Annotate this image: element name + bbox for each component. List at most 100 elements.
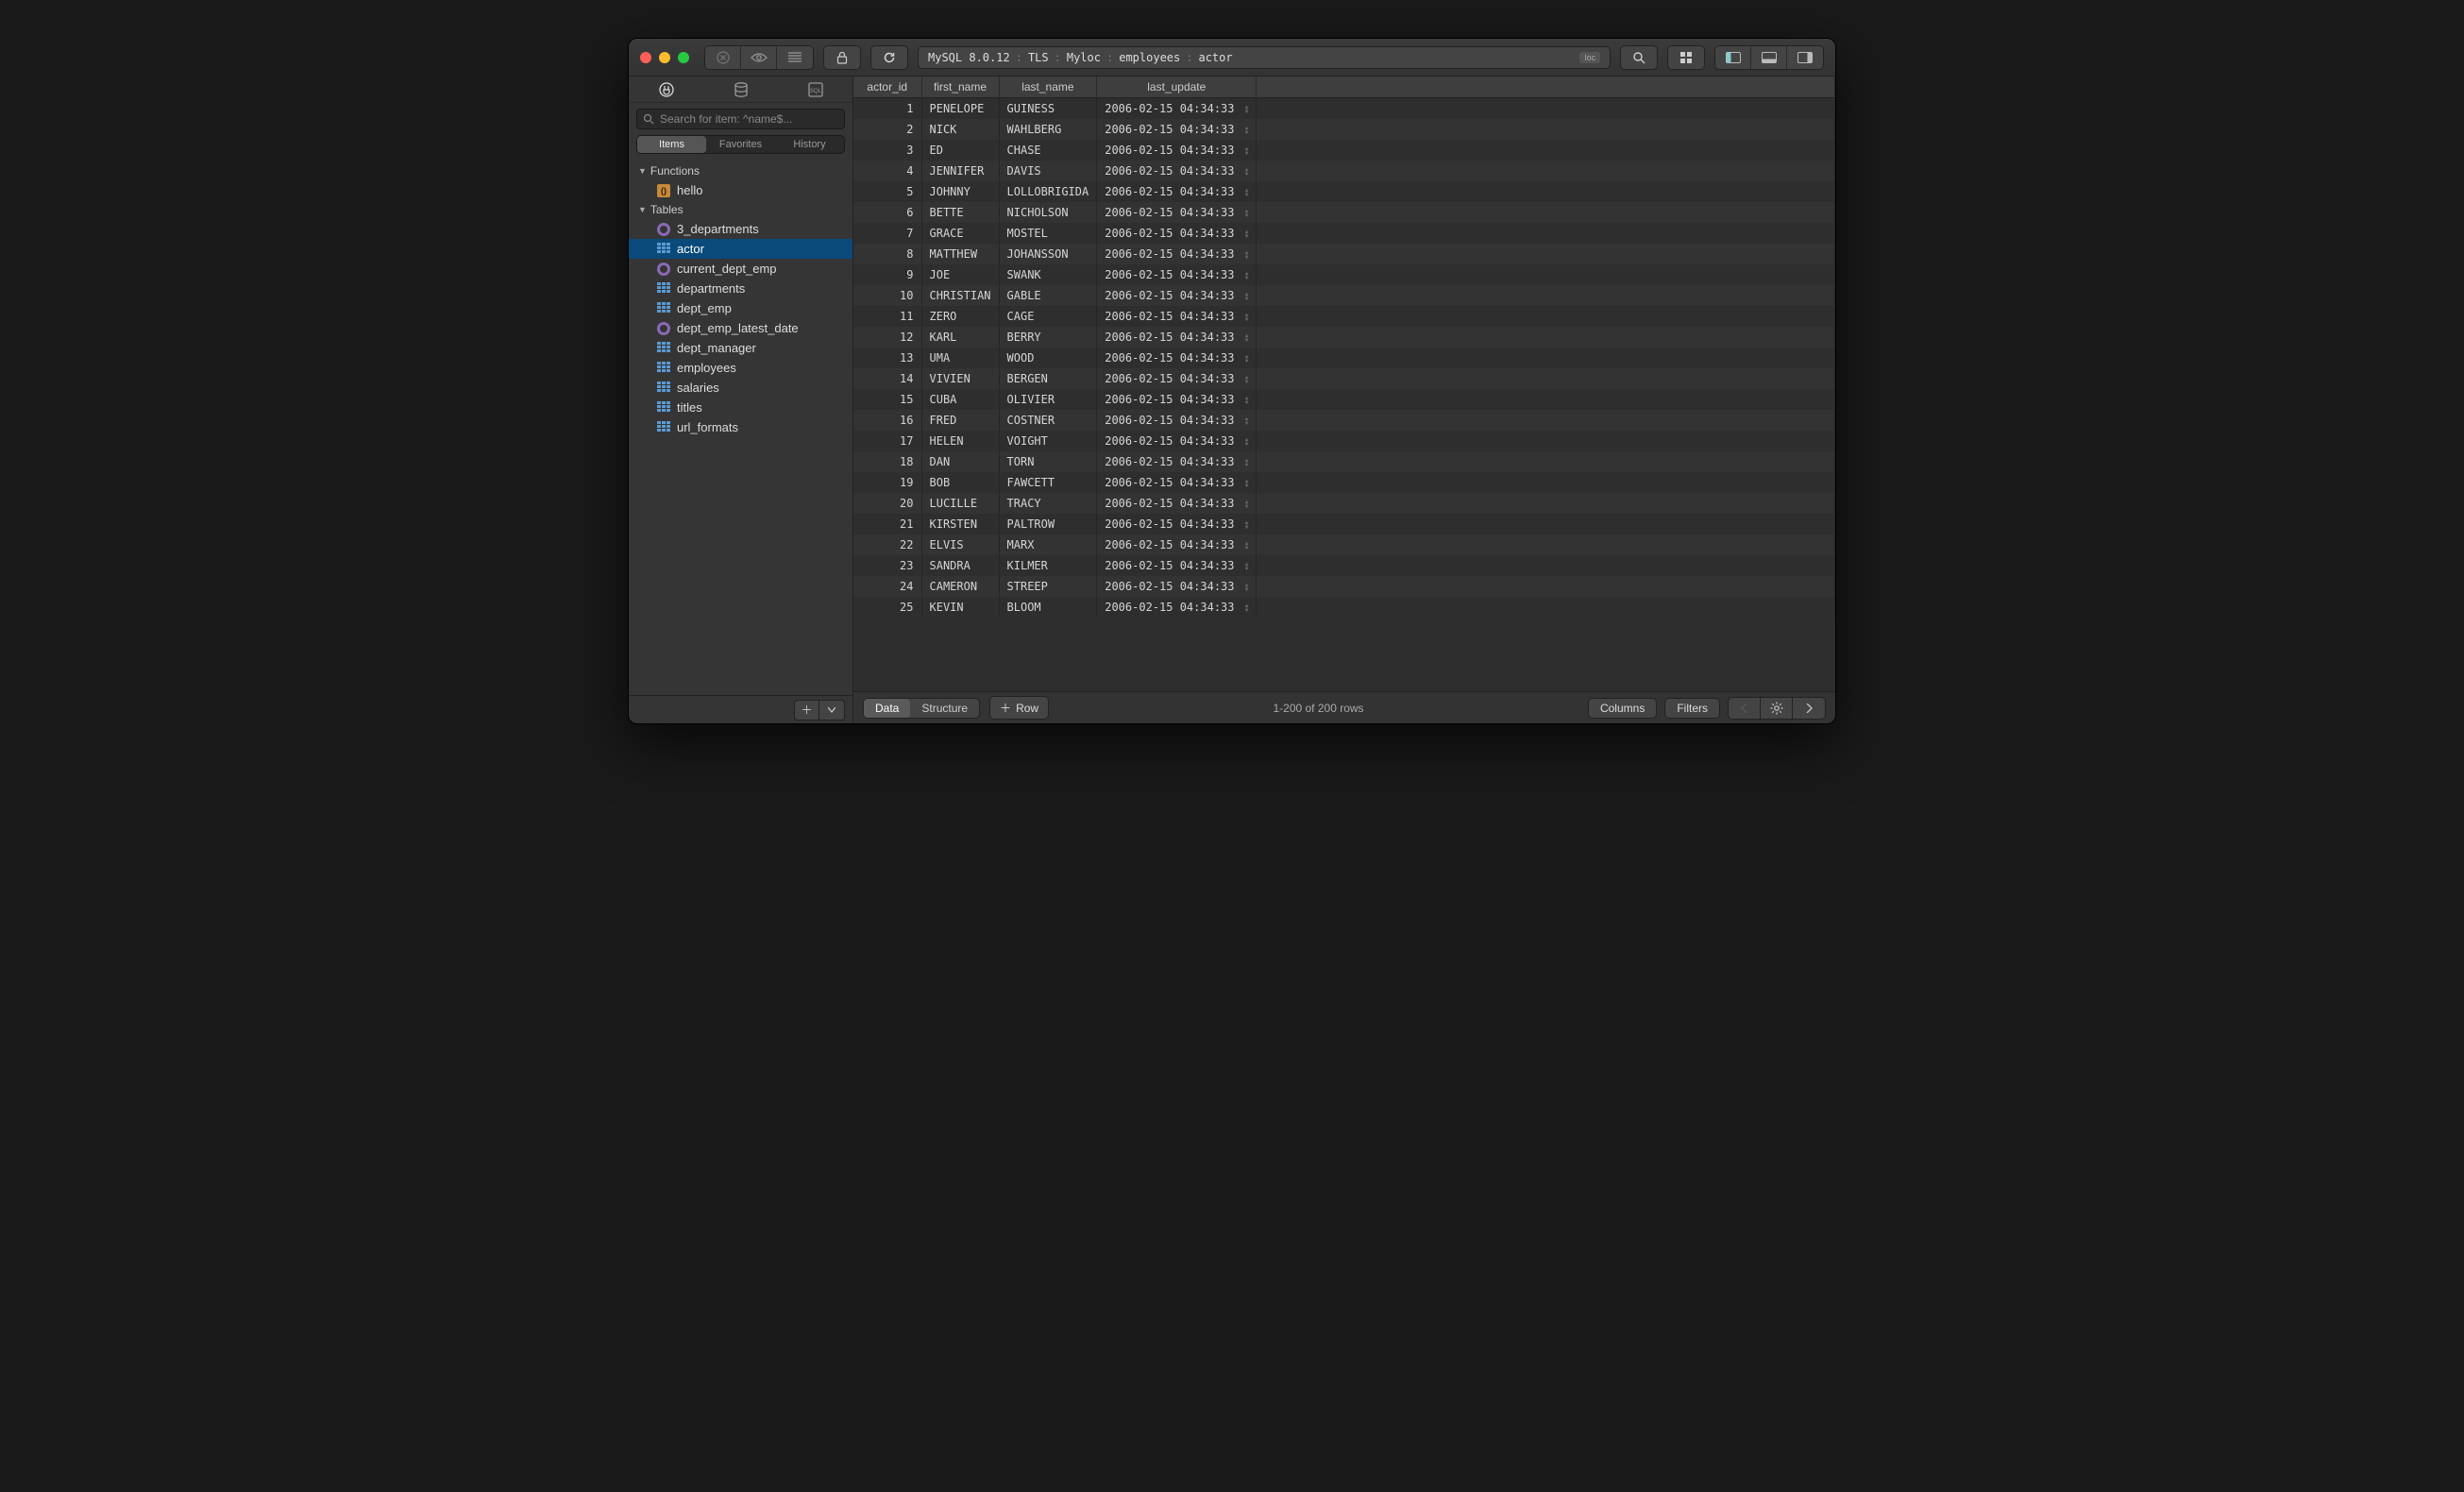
minimize-button[interactable] xyxy=(659,52,670,63)
cell-last_update[interactable]: 2006-02-15 04:34:33 ▲▼ xyxy=(1097,431,1257,451)
stepper-icon[interactable]: ▲▼ xyxy=(1245,250,1249,260)
cell-last_name[interactable]: CHASE xyxy=(999,140,1097,161)
cell-first_name[interactable]: BETTE xyxy=(921,202,999,223)
cell-last_update[interactable]: 2006-02-15 04:34:33 ▲▼ xyxy=(1097,493,1257,514)
cell-last_name[interactable]: GABLE xyxy=(999,285,1097,306)
add-row-button[interactable]: ＋ Row xyxy=(989,696,1049,720)
cell-last_name[interactable]: VOIGHT xyxy=(999,431,1097,451)
cell-first_name[interactable]: KARL xyxy=(921,327,999,348)
cell-first_name[interactable]: JOE xyxy=(921,264,999,285)
stepper-icon[interactable]: ▲▼ xyxy=(1245,271,1249,280)
stepper-icon[interactable]: ▲▼ xyxy=(1245,520,1249,530)
cell-first_name[interactable]: NICK xyxy=(921,119,999,140)
cell-last_update[interactable]: 2006-02-15 04:34:33 ▲▼ xyxy=(1097,597,1257,618)
cell-first_name[interactable]: SANDRA xyxy=(921,555,999,576)
cell-last_update[interactable]: 2006-02-15 04:34:33 ▲▼ xyxy=(1097,327,1257,348)
cell-last_name[interactable]: GUINESS xyxy=(999,98,1097,120)
tree-item-table[interactable]: titles xyxy=(629,398,852,417)
cell-first_name[interactable]: HELEN xyxy=(921,431,999,451)
lock-button[interactable] xyxy=(824,46,860,69)
table-row[interactable]: 8 MATTHEW JOHANSSON 2006-02-15 04:34:33 … xyxy=(853,244,1835,264)
cell-last_name[interactable]: COSTNER xyxy=(999,410,1097,431)
tree-section-tables[interactable]: ▼Tables xyxy=(629,200,852,219)
layout-left-button[interactable] xyxy=(1715,46,1751,69)
cell-actor_id[interactable]: 25 xyxy=(853,597,921,618)
cell-last_name[interactable]: TRACY xyxy=(999,493,1097,514)
columns-button[interactable]: Columns xyxy=(1588,698,1657,719)
stepper-icon[interactable]: ▲▼ xyxy=(1245,292,1249,301)
preview-button[interactable] xyxy=(741,46,777,69)
stepper-icon[interactable]: ▲▼ xyxy=(1245,437,1249,447)
tree-item-table[interactable]: 3_departments xyxy=(629,219,852,239)
stepper-icon[interactable]: ▲▼ xyxy=(1245,479,1249,488)
close-button[interactable] xyxy=(640,52,651,63)
cell-last_name[interactable]: KILMER xyxy=(999,555,1097,576)
tree-item-table[interactable]: dept_emp xyxy=(629,298,852,318)
cell-actor_id[interactable]: 4 xyxy=(853,161,921,181)
cell-actor_id[interactable]: 5 xyxy=(853,181,921,202)
cell-last_name[interactable]: SWANK xyxy=(999,264,1097,285)
cell-last_name[interactable]: JOHANSSON xyxy=(999,244,1097,264)
table-row[interactable]: 14 VIVIEN BERGEN 2006-02-15 04:34:33 ▲▼ xyxy=(853,368,1835,389)
cell-last_update[interactable]: 2006-02-15 04:34:33 ▲▼ xyxy=(1097,534,1257,555)
tree-item-table[interactable]: departments xyxy=(629,279,852,298)
table-row[interactable]: 6 BETTE NICHOLSON 2006-02-15 04:34:33 ▲▼ xyxy=(853,202,1835,223)
cell-actor_id[interactable]: 13 xyxy=(853,348,921,368)
stepper-icon[interactable]: ▲▼ xyxy=(1245,146,1249,156)
stepper-icon[interactable]: ▲▼ xyxy=(1245,603,1249,613)
prev-page-button[interactable] xyxy=(1729,698,1761,719)
stepper-icon[interactable]: ▲▼ xyxy=(1245,333,1249,343)
cell-first_name[interactable]: KIRSTEN xyxy=(921,514,999,534)
tree-item-table[interactable]: url_formats xyxy=(629,417,852,437)
cell-actor_id[interactable]: 19 xyxy=(853,472,921,493)
cell-actor_id[interactable]: 17 xyxy=(853,431,921,451)
layout-right-button[interactable] xyxy=(1787,46,1823,69)
tree-item-table[interactable]: dept_emp_latest_date xyxy=(629,318,852,338)
table-row[interactable]: 11 ZERO CAGE 2006-02-15 04:34:33 ▲▼ xyxy=(853,306,1835,327)
tree-item-table[interactable]: dept_manager xyxy=(629,338,852,358)
cell-last_name[interactable]: OLIVIER xyxy=(999,389,1097,410)
breadcrumb[interactable]: MySQL 8.0.12 : TLS : Myloc : employees :… xyxy=(918,46,1611,69)
sidebar-tab-database[interactable] xyxy=(733,81,750,98)
tree-item-table[interactable]: current_dept_emp xyxy=(629,259,852,279)
stepper-icon[interactable]: ▲▼ xyxy=(1245,396,1249,405)
stepper-icon[interactable]: ▲▼ xyxy=(1245,375,1249,384)
cell-first_name[interactable]: JENNIFER xyxy=(921,161,999,181)
stepper-icon[interactable]: ▲▼ xyxy=(1245,583,1249,592)
stepper-icon[interactable]: ▲▼ xyxy=(1245,458,1249,467)
stepper-icon[interactable]: ▲▼ xyxy=(1245,500,1249,509)
cell-last_name[interactable]: BERGEN xyxy=(999,368,1097,389)
sidebar-search-input[interactable]: Search for item: ^name$... xyxy=(636,109,845,129)
stepper-icon[interactable]: ▲▼ xyxy=(1245,541,1249,551)
cell-actor_id[interactable]: 10 xyxy=(853,285,921,306)
cell-actor_id[interactable]: 18 xyxy=(853,451,921,472)
cell-first_name[interactable]: BOB xyxy=(921,472,999,493)
cell-last_update[interactable]: 2006-02-15 04:34:33 ▲▼ xyxy=(1097,306,1257,327)
column-header-last_update[interactable]: last_update xyxy=(1097,76,1257,98)
view-data-button[interactable]: Data xyxy=(864,699,910,718)
cell-first_name[interactable]: ZERO xyxy=(921,306,999,327)
cell-actor_id[interactable]: 3 xyxy=(853,140,921,161)
sidebar-tab-connection[interactable] xyxy=(658,81,675,98)
cell-actor_id[interactable]: 21 xyxy=(853,514,921,534)
view-structure-button[interactable]: Structure xyxy=(910,699,979,718)
search-button[interactable] xyxy=(1621,46,1657,69)
cell-actor_id[interactable]: 11 xyxy=(853,306,921,327)
cell-last_update[interactable]: 2006-02-15 04:34:33 ▲▼ xyxy=(1097,223,1257,244)
table-row[interactable]: 12 KARL BERRY 2006-02-15 04:34:33 ▲▼ xyxy=(853,327,1835,348)
table-row[interactable]: 17 HELEN VOIGHT 2006-02-15 04:34:33 ▲▼ xyxy=(853,431,1835,451)
cell-last_update[interactable]: 2006-02-15 04:34:33 ▲▼ xyxy=(1097,389,1257,410)
table-row[interactable]: 9 JOE SWANK 2006-02-15 04:34:33 ▲▼ xyxy=(853,264,1835,285)
stepper-icon[interactable]: ▲▼ xyxy=(1245,313,1249,322)
grid-view-button[interactable] xyxy=(1668,46,1704,69)
stepper-icon[interactable]: ▲▼ xyxy=(1245,209,1249,218)
stepper-icon[interactable]: ▲▼ xyxy=(1245,188,1249,197)
table-row[interactable]: 2 NICK WAHLBERG 2006-02-15 04:34:33 ▲▼ xyxy=(853,119,1835,140)
cell-last_update[interactable]: 2006-02-15 04:34:33 ▲▼ xyxy=(1097,181,1257,202)
cell-actor_id[interactable]: 2 xyxy=(853,119,921,140)
stepper-icon[interactable]: ▲▼ xyxy=(1245,167,1249,177)
cell-actor_id[interactable]: 22 xyxy=(853,534,921,555)
cell-actor_id[interactable]: 23 xyxy=(853,555,921,576)
segment-history[interactable]: History xyxy=(775,136,844,153)
table-row[interactable]: 22 ELVIS MARX 2006-02-15 04:34:33 ▲▼ xyxy=(853,534,1835,555)
